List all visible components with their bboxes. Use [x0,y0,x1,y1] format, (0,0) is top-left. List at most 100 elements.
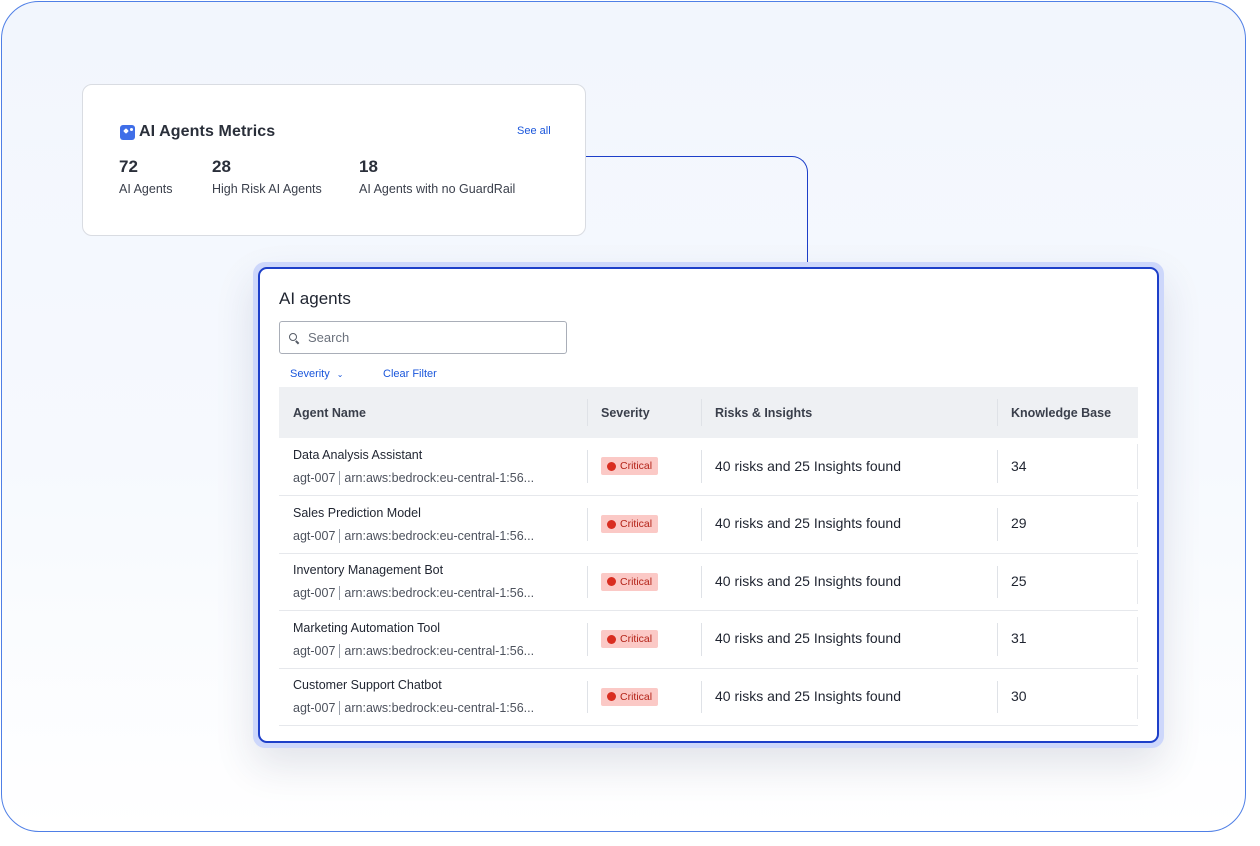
severity-filter-label: Severity [290,368,330,380]
agent-id: agt-007 [293,701,336,716]
table-row[interactable]: Data Analysis Assistant agt-007 arn:aws:… [279,438,1138,496]
insights-cell: 40 risks and 25 Insights found [701,553,997,611]
severity-cell: Critical [587,438,701,496]
search-icon [288,332,300,344]
severity-badge: Critical [601,687,659,706]
severity-badge: Critical [601,515,659,533]
knowledge-base-cell: 30 [997,668,1138,726]
knowledge-base-count: 30 [1011,687,1027,704]
insights-cell: 40 risks and 25 Insights found [701,668,997,726]
severity-badge: Critical [601,457,659,476]
column-header-knowledge-base[interactable]: Knowledge Base [997,387,1138,438]
agent-id: agt-007 [293,586,336,601]
risks-insights-text[interactable]: 40 risks and 25 Insights found [715,458,901,474]
critical-dot-icon [607,519,616,529]
agent-name[interactable]: Customer Support Chatbot [293,678,587,692]
ai-agent-icon [120,124,135,140]
column-header-risks-insights[interactable]: Risks & Insights [701,387,997,438]
agent-id: agt-007 [293,471,336,485]
agent-name[interactable]: Data Analysis Assistant [293,448,587,462]
agent-name-cell: Customer Support Chatbot agt-007 arn:aws… [279,668,587,726]
table-row[interactable]: Sales Prediction Model agt-007 arn:aws:b… [279,496,1138,554]
table-header-row: Agent Name Severity Risks & Insights Kno… [279,387,1138,438]
see-all-link[interactable]: See all [517,125,551,137]
table-row[interactable]: Inventory Management Bot agt-007 arn:aws… [279,553,1138,611]
ai-agents-panel: AI agents Severity ⌄ Clear Filter Agent … [258,267,1159,743]
severity-badge: Critical [601,572,659,591]
metric-label: High Risk AI Agents [212,182,322,196]
metrics-header: AI Agents Metrics [120,123,275,141]
agent-name[interactable]: Inventory Management Bot [293,563,587,577]
metric-label: AI Agents with no GuardRail [359,182,516,196]
severity-filter-dropdown[interactable]: Severity ⌄ [290,368,343,380]
agent-meta: agt-007 arn:aws:bedrock:eu-central-1:56.… [293,528,587,543]
ai-agents-metrics-card: AI Agents Metrics See all 72 AI Agents 2… [82,84,586,236]
insights-cell: 40 risks and 25 Insights found [701,496,997,554]
meta-divider [339,528,341,543]
chevron-down-icon: ⌄ [336,369,344,379]
risks-insights-text[interactable]: 40 risks and 25 Insights found [715,573,901,589]
critical-dot-icon [607,577,616,586]
agent-name-cell: Inventory Management Bot agt-007 arn:aws… [279,553,587,611]
agent-meta: agt-007 arn:aws:bedrock:eu-central-1:56.… [293,643,587,658]
metric-value: 28 [212,157,231,176]
severity-label: Critical [620,633,653,645]
agent-arn: arn:aws:bedrock:eu-central-1:56... [344,701,535,716]
agent-arn: arn:aws:bedrock:eu-central-1:56... [344,528,535,543]
knowledge-base-count: 25 [1011,572,1027,589]
severity-badge: Critical [601,630,659,648]
risks-insights-text[interactable]: 40 risks and 25 Insights found [715,688,901,704]
severity-label: Critical [620,575,653,588]
severity-label: Critical [620,518,653,530]
critical-dot-icon [607,692,616,701]
meta-divider [339,643,341,658]
table-row[interactable]: Marketing Automation Tool agt-007 arn:aw… [279,611,1138,669]
risks-insights-text[interactable]: 40 risks and 25 Insights found [715,515,901,531]
severity-cell: Critical [587,611,701,669]
insights-cell: 40 risks and 25 Insights found [701,611,997,669]
agent-name[interactable]: Marketing Automation Tool [293,621,587,635]
meta-divider [339,471,341,485]
knowledge-base-cell: 29 [997,496,1138,554]
critical-dot-icon [607,634,616,644]
agent-arn: arn:aws:bedrock:eu-central-1:56... [344,586,535,601]
severity-cell: Critical [587,553,701,611]
agent-name[interactable]: Sales Prediction Model [293,506,587,520]
knowledge-base-cell: 34 [997,438,1138,496]
agent-name-cell: Marketing Automation Tool agt-007 arn:aw… [279,611,587,669]
metric-no-guardrail: 18 AI Agents with no GuardRail [359,157,515,196]
table-row[interactable]: Customer Support Chatbot agt-007 arn:aws… [279,668,1138,726]
severity-cell: Critical [587,496,701,554]
agent-name-cell: Data Analysis Assistant agt-007 arn:aws:… [279,438,587,496]
insights-cell: 40 risks and 25 Insights found [701,438,997,496]
knowledge-base-cell: 31 [997,611,1138,669]
agent-id: agt-007 [293,643,336,658]
column-header-agent-name[interactable]: Agent Name [279,387,587,438]
agent-arn: arn:aws:bedrock:eu-central-1:56... [344,643,535,658]
severity-label: Critical [620,690,653,703]
metric-value: 72 [119,157,138,176]
knowledge-base-count: 29 [1011,515,1027,532]
agent-id: agt-007 [293,528,336,543]
metric-value: 18 [359,157,378,176]
metric-high-risk: 28 High Risk AI Agents [212,157,322,196]
search-input[interactable] [308,330,548,345]
severity-cell: Critical [587,668,701,726]
ai-agents-panel-shadow: AI agents Severity ⌄ Clear Filter Agent … [253,262,1164,748]
clear-filter-link[interactable]: Clear Filter [383,368,437,380]
metrics-title: AI Agents Metrics [139,123,276,140]
agents-table: Agent Name Severity Risks & Insights Kno… [279,387,1138,726]
knowledge-base-count: 34 [1011,457,1027,474]
metric-ai-agents: 72 AI Agents [119,157,173,196]
agent-arn: arn:aws:bedrock:eu-central-1:56... [344,471,535,485]
risks-insights-text[interactable]: 40 risks and 25 Insights found [715,630,901,646]
critical-dot-icon [607,461,616,471]
agent-meta: agt-007 arn:aws:bedrock:eu-central-1:56.… [293,701,587,716]
column-header-severity[interactable]: Severity [587,387,701,438]
panel-title: AI agents [279,289,351,308]
knowledge-base-cell: 25 [997,553,1138,611]
knowledge-base-count: 31 [1011,630,1027,647]
agent-name-cell: Sales Prediction Model agt-007 arn:aws:b… [279,496,587,554]
connector-line [586,156,808,262]
search-box[interactable] [279,321,567,354]
